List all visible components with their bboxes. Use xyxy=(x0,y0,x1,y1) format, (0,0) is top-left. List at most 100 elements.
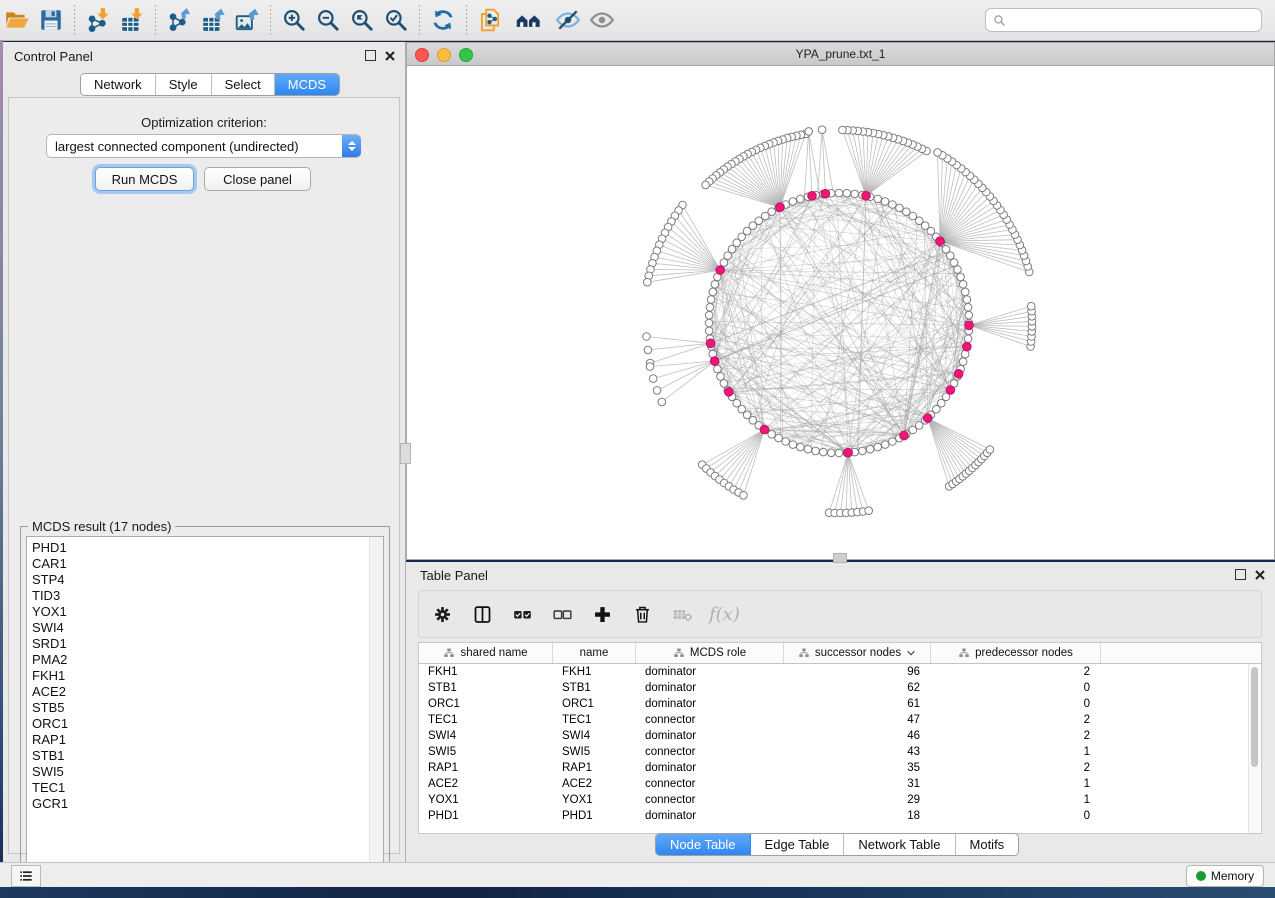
table-mode-gear-icon[interactable] xyxy=(429,601,455,627)
open-session-icon[interactable] xyxy=(0,4,34,36)
mcds-list-item[interactable]: STB1 xyxy=(27,748,383,764)
panel-divider-handle[interactable] xyxy=(400,443,411,464)
mcds-list-item[interactable]: SWI5 xyxy=(27,764,383,780)
table-panel: Table Panel xyxy=(406,562,1275,862)
mcds-list-item[interactable]: SWI4 xyxy=(27,620,383,636)
column-header-shared-name[interactable]: shared name xyxy=(419,643,553,663)
cell-successor-nodes: 46 xyxy=(784,730,931,742)
import-table-icon[interactable] xyxy=(115,4,149,36)
table-row[interactable]: STB1STB1dominator620 xyxy=(419,680,1261,696)
mcds-list-item[interactable]: RAP1 xyxy=(27,732,383,748)
tab-style[interactable]: Style xyxy=(156,74,212,95)
export-image-icon[interactable] xyxy=(230,4,264,36)
cell-successor-nodes: 35 xyxy=(784,762,931,774)
float-table-panel-icon[interactable] xyxy=(1235,569,1246,580)
mcds-list-item[interactable]: STP4 xyxy=(27,572,383,588)
network-window-titlebar[interactable]: YPA_prune.txt_1 xyxy=(407,43,1274,66)
mcds-list-item[interactable]: GCR1 xyxy=(27,796,383,812)
memory-button[interactable]: Memory xyxy=(1186,865,1264,887)
cell-name: RAP1 xyxy=(553,762,636,774)
deselect-all-icon[interactable] xyxy=(549,601,575,627)
import-network-icon[interactable] xyxy=(81,4,115,36)
mcds-result-group: MCDS result (17 nodes) PHD1CAR1STP4TID3Y… xyxy=(20,526,390,896)
mcds-list-item[interactable]: YOX1 xyxy=(27,604,383,620)
cell-shared-name: FKH1 xyxy=(419,666,553,678)
mcds-list-item[interactable]: FKH1 xyxy=(27,668,383,684)
node-table: shared namenameMCDS rolesuccessor nodesp… xyxy=(418,642,1262,834)
mcds-list-scrollbar[interactable] xyxy=(369,537,383,889)
desktop-wallpaper xyxy=(0,887,1275,898)
save-session-icon[interactable] xyxy=(34,4,68,36)
table-row[interactable]: TEC1TEC1connector472 xyxy=(419,712,1261,728)
export-table-icon[interactable] xyxy=(196,4,230,36)
export-network-icon[interactable] xyxy=(162,4,196,36)
close-panel-button[interactable]: Close panel xyxy=(204,167,311,191)
hierarchy-icon xyxy=(798,647,810,659)
column-header-name[interactable]: name xyxy=(553,643,636,663)
zoom-in-icon[interactable] xyxy=(277,4,311,36)
table-row[interactable]: FKH1FKH1dominator962 xyxy=(419,664,1261,680)
mcds-list-item[interactable]: ORC1 xyxy=(27,716,383,732)
mcds-list-item[interactable]: PMA2 xyxy=(27,652,383,668)
tab-motifs[interactable]: Motifs xyxy=(956,834,1019,855)
tab-node-table[interactable]: Node Table xyxy=(656,834,751,855)
column-header-successor-nodes[interactable]: successor nodes xyxy=(784,643,931,663)
column-header-predecessor-nodes[interactable]: predecessor nodes xyxy=(931,643,1101,663)
panel-menu-button[interactable] xyxy=(11,865,41,887)
toolbar-separator xyxy=(270,5,271,35)
zoom-out-icon[interactable] xyxy=(311,4,345,36)
optimization-criterion-select[interactable]: largest connected component (undirected) xyxy=(46,134,361,158)
create-column-icon[interactable] xyxy=(589,601,615,627)
zoom-fit-icon[interactable] xyxy=(345,4,379,36)
table-row[interactable]: PHD1PHD1dominator180 xyxy=(419,808,1261,824)
mcds-list-item[interactable]: TID3 xyxy=(27,588,383,604)
run-mcds-button[interactable]: Run MCDS xyxy=(95,167,194,191)
select-all-icon[interactable] xyxy=(509,601,535,627)
float-panel-icon[interactable] xyxy=(365,50,376,61)
tab-mcds[interactable]: MCDS xyxy=(275,74,339,95)
mcds-list-item[interactable]: CAR1 xyxy=(27,556,383,572)
table-scrollbar-thumb[interactable] xyxy=(1251,667,1258,767)
cell-name: YOX1 xyxy=(553,794,636,806)
mcds-list-item[interactable]: PHD1 xyxy=(27,540,383,556)
mcds-list-item[interactable]: SRD1 xyxy=(27,636,383,652)
new-network-from-selection-icon[interactable] xyxy=(473,4,507,36)
table-row[interactable]: SWI5SWI5connector431 xyxy=(419,744,1261,760)
mcds-list-item[interactable]: ACE2 xyxy=(27,684,383,700)
hide-selected-icon[interactable] xyxy=(551,4,585,36)
mcds-list-item[interactable]: STB5 xyxy=(27,700,383,716)
cell-successor-nodes: 31 xyxy=(784,778,931,790)
tab-edge-table[interactable]: Edge Table xyxy=(751,834,845,855)
memory-status-icon xyxy=(1196,871,1206,881)
table-row[interactable]: YOX1YOX1connector291 xyxy=(419,792,1261,808)
search-icon xyxy=(993,14,1006,27)
table-row[interactable]: SWI4SWI4dominator462 xyxy=(419,728,1261,744)
mcds-list-item[interactable]: TEC1 xyxy=(27,780,383,796)
table-divider-handle[interactable] xyxy=(833,553,847,563)
first-neighbors-icon[interactable] xyxy=(507,4,551,36)
tab-select[interactable]: Select xyxy=(212,74,275,95)
table-row[interactable]: ORC1ORC1dominator610 xyxy=(419,696,1261,712)
tab-network[interactable]: Network xyxy=(81,74,156,95)
apply-layout-icon[interactable] xyxy=(426,4,460,36)
column-header-MCDS-role[interactable]: MCDS role xyxy=(636,643,784,663)
table-row[interactable]: RAP1RAP1dominator352 xyxy=(419,760,1261,776)
delete-column-icon[interactable] xyxy=(629,601,655,627)
table-scrollbar[interactable] xyxy=(1248,664,1260,833)
cell-predecessor-nodes: 2 xyxy=(931,730,1101,742)
cell-name: SWI5 xyxy=(553,746,636,758)
table-panel-title: Table Panel xyxy=(420,568,488,583)
table-row[interactable]: ACE2ACE2connector311 xyxy=(419,776,1261,792)
list-icon xyxy=(18,868,34,884)
search-input[interactable] xyxy=(985,8,1262,32)
tab-network-table[interactable]: Network Table xyxy=(844,834,955,855)
zoom-selected-icon[interactable] xyxy=(379,4,413,36)
show-all-icon[interactable] xyxy=(585,4,619,36)
show-columns-icon[interactable] xyxy=(469,601,495,627)
close-panel-icon[interactable] xyxy=(385,51,395,61)
table-toolbar: f(x) xyxy=(418,590,1262,638)
network-graph[interactable] xyxy=(407,65,1274,559)
network-window-title: YPA_prune.txt_1 xyxy=(407,47,1274,61)
toolbar-separator xyxy=(155,5,156,35)
close-table-panel-icon[interactable] xyxy=(1255,570,1265,580)
